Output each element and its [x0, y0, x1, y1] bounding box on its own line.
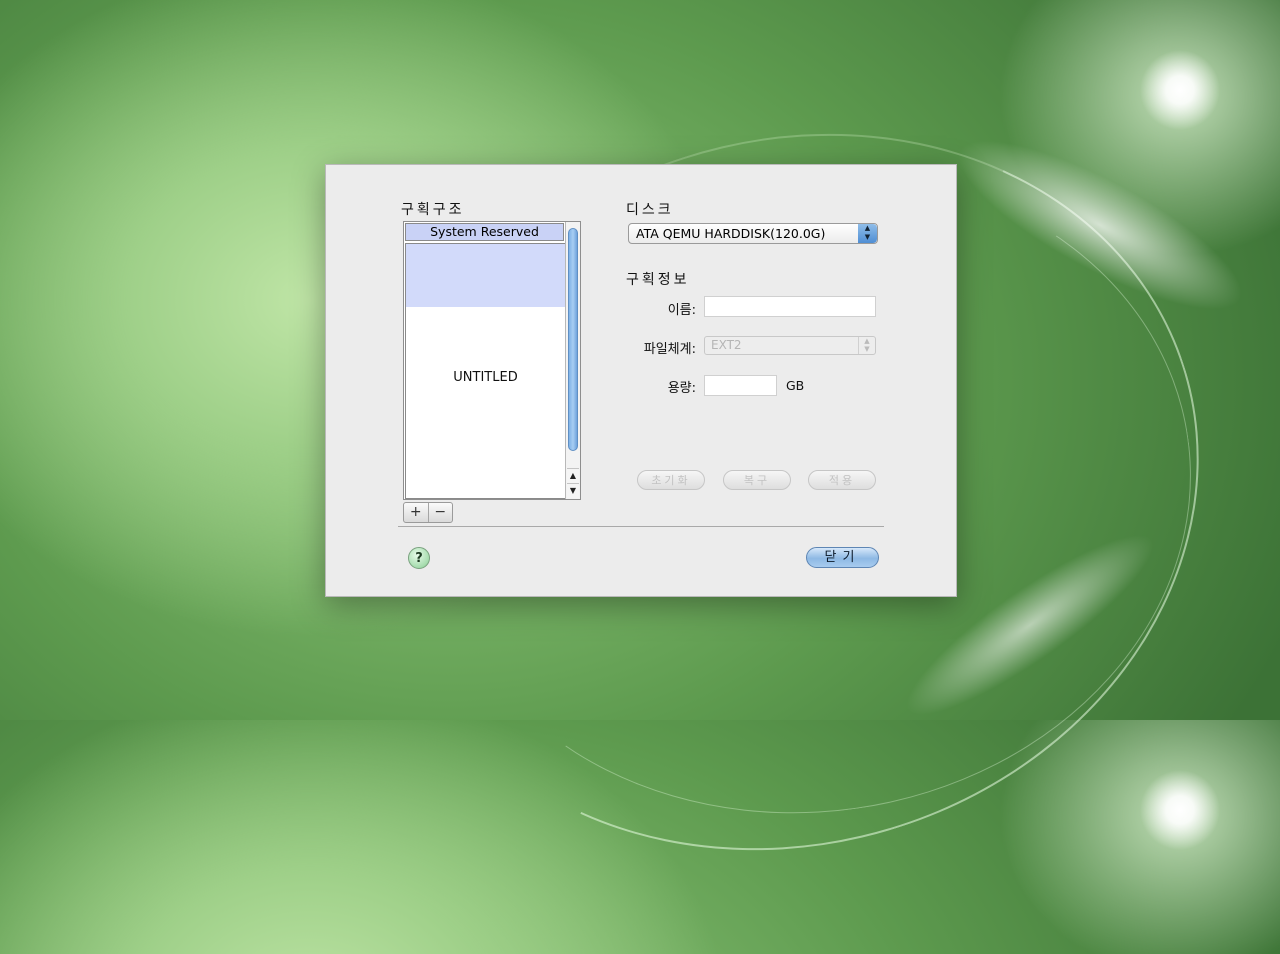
remove-partition-button[interactable]: − — [429, 503, 453, 522]
disk-select[interactable]: ATA QEMU HARDDISK(120.0G) ▲ ▼ — [628, 223, 878, 244]
filesystem-select[interactable]: EXT2 ▲ ▼ — [704, 336, 876, 355]
close-button[interactable]: 닫기 — [806, 547, 879, 568]
name-label: 이름: — [667, 303, 696, 318]
size-unit: GB — [786, 378, 805, 393]
filesystem-label: 파일체계: — [643, 342, 696, 357]
footer-divider — [398, 526, 884, 527]
apply-button[interactable]: 적용 — [808, 470, 876, 490]
scrollbar-thumb[interactable] — [568, 228, 578, 451]
disk-select-value: ATA QEMU HARDDISK(120.0G) — [636, 226, 826, 241]
select-arrows-icon: ▲ ▼ — [858, 224, 877, 243]
disk-heading: 디스크 — [626, 202, 674, 218]
initialize-button[interactable]: 초기화 — [637, 470, 705, 490]
select-arrows-icon: ▲ ▼ — [858, 337, 875, 354]
scroll-up-arrow-icon[interactable]: ▲ — [567, 468, 579, 483]
add-remove-control: + − — [403, 502, 453, 523]
help-button[interactable]: ? — [408, 547, 430, 569]
partition-structure-heading: 구획구조 — [401, 202, 465, 218]
wallpaper-flare — [937, 110, 1263, 340]
partition-info-heading: 구획정보 — [626, 272, 690, 288]
disk-partition-dialog: 구획구조 System Reserved UNTITLED ▲ ▼ + − 디스… — [325, 164, 957, 597]
size-label: 용량: — [667, 381, 696, 396]
filesystem-select-value: EXT2 — [711, 338, 742, 352]
partition-list-scrollbar[interactable]: ▲ ▼ — [565, 222, 580, 499]
partition-item-untitled[interactable]: UNTITLED — [405, 243, 566, 499]
restore-button[interactable]: 복구 — [723, 470, 791, 490]
add-partition-button[interactable]: + — [404, 503, 429, 522]
scroll-down-arrow-icon[interactable]: ▼ — [567, 483, 579, 498]
size-input[interactable] — [704, 375, 777, 396]
partition-selection-highlight — [406, 244, 565, 307]
name-input[interactable] — [704, 296, 876, 317]
partition-list[interactable]: System Reserved UNTITLED ▲ ▼ — [403, 221, 581, 500]
partition-item-label: UNTITLED — [453, 370, 518, 385]
partition-item-system-reserved[interactable]: System Reserved — [405, 223, 564, 241]
